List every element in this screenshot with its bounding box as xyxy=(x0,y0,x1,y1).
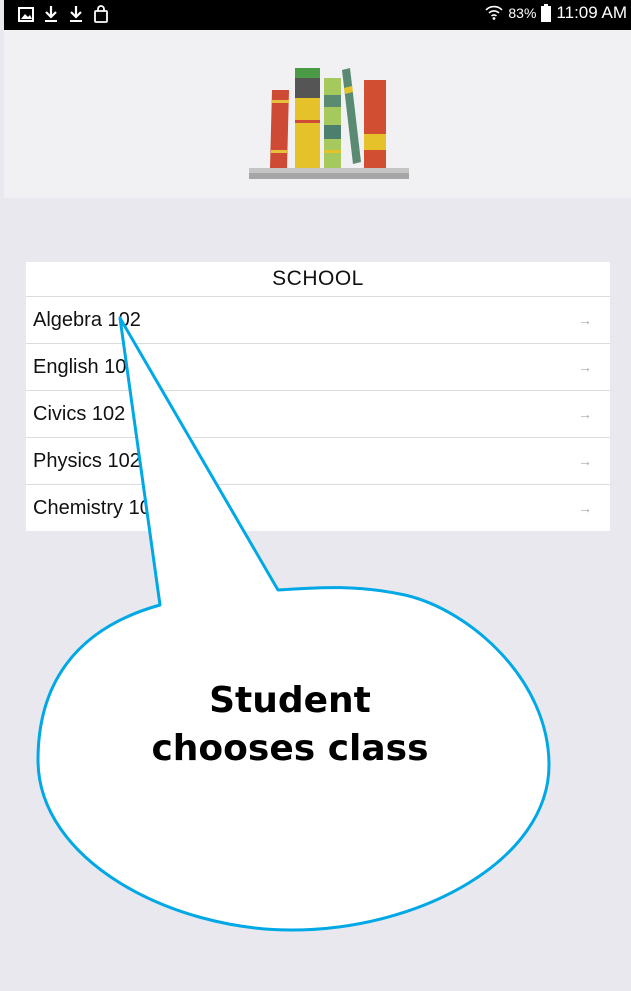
download-icon xyxy=(45,6,57,22)
download-icon xyxy=(70,6,82,22)
notification-icons xyxy=(18,4,109,24)
arrow-right-icon: → xyxy=(578,312,592,328)
battery-icon xyxy=(541,4,552,22)
class-item-civics[interactable]: Civics 102 → xyxy=(26,390,610,437)
shopping-bag-icon xyxy=(94,5,108,23)
clock: 11:09 AM xyxy=(556,3,627,22)
callout-line-2: chooses class xyxy=(151,728,429,769)
class-item-chemistry[interactable]: Chemistry 102 → xyxy=(26,484,610,531)
list-title: SCHOOL xyxy=(272,267,364,290)
arrow-right-icon: → xyxy=(578,359,592,375)
arrow-right-icon: → xyxy=(578,500,592,516)
class-item-label: Civics 102 xyxy=(33,403,126,425)
arrow-right-icon: → xyxy=(578,406,592,422)
arrow-right-icon: → xyxy=(578,453,592,469)
class-item-english[interactable]: English 102 → xyxy=(26,343,610,390)
battery-percent: 83% xyxy=(508,5,537,21)
class-item-physics[interactable]: Physics 102 → xyxy=(26,437,610,484)
wifi-icon xyxy=(485,5,503,20)
callout-line-1: Student xyxy=(209,680,371,721)
app-header xyxy=(0,30,631,198)
class-item-label: Algebra 102 xyxy=(33,309,141,331)
class-item-label: Chemistry 102 xyxy=(33,497,162,519)
bookshelf-icon xyxy=(249,68,409,179)
class-item-label: English 102 xyxy=(33,356,138,378)
class-item-label: Physics 102 xyxy=(33,450,141,472)
system-status: 83% 11:09 AM xyxy=(485,3,627,23)
callout-text: Student chooses class xyxy=(130,677,450,773)
status-bar: 83% 11:09 AM xyxy=(0,0,631,30)
class-item-algebra[interactable]: Algebra 102 → xyxy=(26,296,610,343)
gallery-icon xyxy=(18,7,34,22)
class-list: SCHOOL Algebra 102 → English 102 → Civic… xyxy=(26,262,610,531)
